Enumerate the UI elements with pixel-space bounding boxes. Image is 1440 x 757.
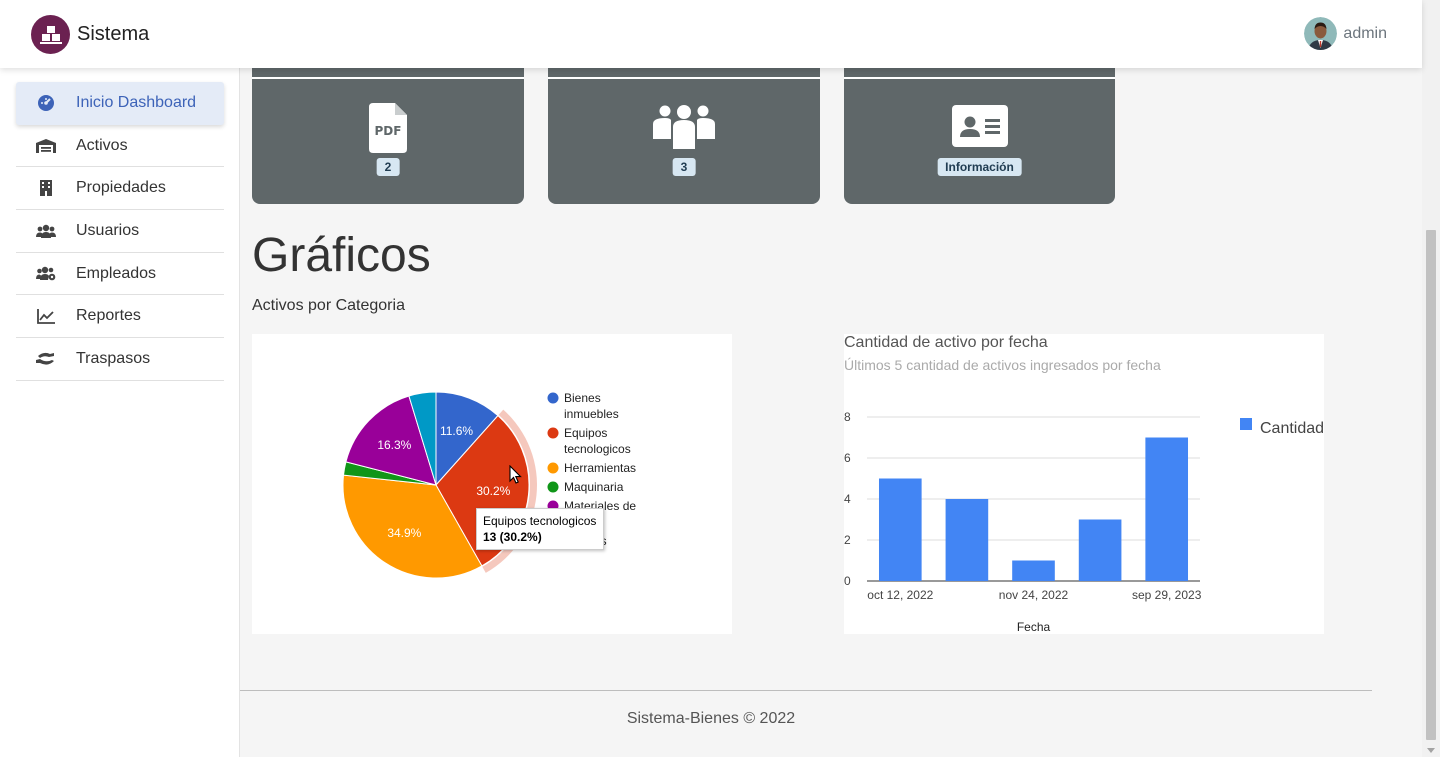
footer-divider	[240, 690, 1372, 691]
users-cog-icon	[16, 266, 76, 281]
brand-name: Sistema	[77, 23, 150, 45]
legend-label[interactable]: Herramientas	[564, 461, 636, 475]
bar-chart[interactable]: 0 2 4 6 8 oct 12, 2022 nov 24, 2022 sep 29, 202…	[844, 334, 1324, 634]
bar[interactable]	[1145, 437, 1189, 582]
warehouse-icon	[16, 138, 76, 153]
pie-chart[interactable]: 11.6% 30.2% 34.9% 16.3% Bienes inmuebles Equip…	[252, 334, 732, 634]
card-reports-pdf[interactable]: PDF 2	[252, 68, 524, 204]
pie-slice-label: 30.2%	[476, 484, 510, 498]
y-tick-label: 0	[844, 574, 851, 588]
tooltip-title: Equipos tecnologicos	[483, 514, 597, 528]
pdf-file-icon: PDF	[252, 103, 524, 153]
x-tick-label: oct 12, 2022	[867, 588, 933, 602]
sidebar: Inicio Dashboard Activos Propiedades Usu…	[0, 68, 240, 757]
footer-text: Sistema-Bienes © 2022	[626, 710, 796, 727]
legend-label[interactable]: Maquinaria	[564, 480, 624, 494]
legend-label[interactable]: inmuebles	[564, 407, 619, 421]
card-users[interactable]: 3	[548, 68, 820, 204]
brand-logo-icon	[31, 15, 70, 54]
scrollbar-thumb[interactable]	[1426, 230, 1436, 740]
sidebar-item-label: Propiedades	[76, 179, 166, 197]
page-title: Gráficos	[252, 229, 431, 282]
user-avatar	[1304, 17, 1338, 50]
id-card-icon	[844, 103, 1115, 147]
pie-slice-label: 11.6%	[440, 424, 473, 438]
bar[interactable]	[945, 499, 989, 581]
sidebar-item-empleados[interactable]: Empleados	[16, 253, 224, 296]
building-icon	[16, 180, 76, 197]
pie-slice-label: 16.3%	[377, 438, 411, 452]
bar[interactable]	[1078, 519, 1122, 582]
card-info-badge: Información	[937, 158, 1022, 176]
legend-marker	[547, 462, 559, 474]
tooltip-value: 13 (30.2%)	[483, 530, 542, 544]
legend-label[interactable]: tecnologicos	[564, 442, 631, 456]
page-scrollbar[interactable]	[1422, 0, 1440, 757]
sidebar-item-label: Empleados	[76, 264, 157, 282]
chart-line-icon	[16, 308, 76, 324]
top-navbar: Sistema admin	[0, 0, 1422, 68]
y-tick-label: 2	[844, 533, 851, 547]
user-menu[interactable]: admin	[1304, 17, 1387, 50]
legend-label[interactable]: Cantidad	[1260, 420, 1324, 437]
x-tick-label: nov 24, 2022	[999, 588, 1069, 602]
svg-text:PDF: PDF	[375, 124, 402, 138]
chart-tooltip: Equipos tecnologicos 13 (30.2%)	[476, 508, 604, 550]
y-tick-label: 6	[844, 451, 851, 465]
sidebar-item-activos[interactable]: Activos	[16, 125, 224, 168]
section-subtitle: Activos por Categoria	[252, 297, 405, 314]
user-name: admin	[1343, 24, 1387, 42]
card-divider	[844, 77, 1115, 79]
sidebar-item-label: Activos	[76, 136, 128, 154]
mouse-cursor-icon	[509, 465, 522, 484]
sidebar-item-label: Inicio Dashboard	[76, 94, 197, 112]
card-divider	[548, 77, 820, 79]
brand[interactable]: Sistema	[31, 15, 149, 54]
hand-holding-icon	[16, 351, 76, 366]
legend-marker	[547, 392, 559, 404]
sidebar-item-propiedades[interactable]: Propiedades	[16, 167, 224, 211]
sidebar-item-usuarios[interactable]: Usuarios	[16, 210, 224, 253]
x-axis-label: Fecha	[1017, 620, 1051, 634]
y-tick-label: 4	[844, 492, 851, 506]
bar-chart-panel: Cantidad de activo por fecha Últimos 5 c…	[844, 334, 1324, 634]
dashboard-icon	[16, 95, 76, 112]
users-group-icon	[548, 103, 820, 149]
sidebar-item-traspasos[interactable]: Traspasos	[16, 338, 224, 381]
bar[interactable]	[878, 478, 922, 582]
legend-label[interactable]: Bienes	[564, 391, 601, 405]
pie-chart-panel: 11.6% 30.2% 34.9% 16.3% Bienes inmuebles Equip…	[252, 334, 732, 634]
sidebar-item-label: Traspasos	[76, 349, 151, 367]
legend-marker	[547, 427, 559, 439]
legend-marker	[1240, 418, 1252, 430]
sidebar-item-dashboard[interactable]: Inicio Dashboard	[16, 82, 224, 125]
card-count-badge: 3	[672, 158, 696, 176]
users-icon	[16, 224, 76, 238]
sidebar-item-reportes[interactable]: Reportes	[16, 295, 224, 339]
pie-slice-label: 34.9%	[387, 526, 421, 540]
bar[interactable]	[1012, 560, 1055, 582]
card-count-badge: 2	[376, 158, 400, 176]
sidebar-nav: Inicio Dashboard Activos Propiedades Usu…	[16, 82, 224, 381]
sidebar-item-label: Usuarios	[76, 221, 140, 239]
sidebar-item-label: Reportes	[76, 307, 141, 325]
legend-marker	[547, 481, 559, 493]
y-tick-label: 8	[844, 410, 851, 424]
card-divider	[252, 77, 524, 79]
card-info[interactable]: Información	[844, 68, 1115, 204]
x-tick-label: sep 29, 2023	[1132, 588, 1202, 602]
scroll-down-arrow-icon[interactable]	[1427, 748, 1435, 753]
legend-label[interactable]: Equipos	[564, 426, 607, 440]
